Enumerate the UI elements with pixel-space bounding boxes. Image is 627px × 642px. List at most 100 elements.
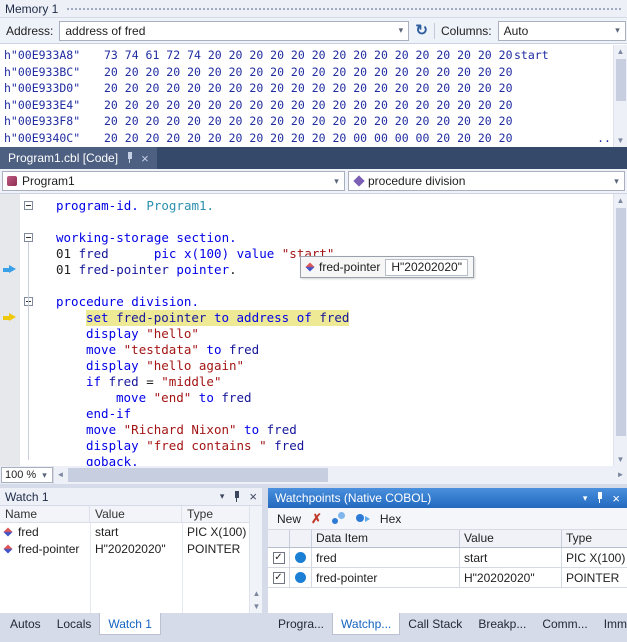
column-header-value[interactable]: Value: [460, 530, 562, 547]
code-line[interactable]: end-if: [0, 406, 613, 422]
code-line[interactable]: move "Richard Nixon" to fred: [0, 422, 613, 438]
code-line-text[interactable]: working-storage section.: [56, 230, 237, 246]
watch-name-cell[interactable]: fred: [0, 525, 90, 539]
watchpoint-checkbox-cell[interactable]: ✓: [268, 568, 290, 587]
goto-watchpoint-icon[interactable]: [356, 512, 370, 525]
code-line-text[interactable]: display "hello": [86, 326, 199, 342]
code-line[interactable]: goback.: [0, 454, 613, 466]
watch-row[interactable]: fredstartPIC X(100): [0, 523, 249, 540]
panel-tab-autos[interactable]: Autos: [2, 613, 49, 635]
code-line[interactable]: display "hello": [0, 326, 613, 342]
watchpoint-toggle-icon[interactable]: [332, 512, 346, 525]
watch-titlebar[interactable]: Watch 1 ▾ ×: [0, 488, 262, 506]
breakpoint-gutter[interactable]: [0, 342, 20, 358]
watch-name-cell[interactable]: fred-pointer: [0, 542, 90, 556]
new-watchpoint-button[interactable]: New: [277, 512, 301, 526]
code-line[interactable]: working-storage section.: [0, 230, 613, 246]
memory-row[interactable]: h"00E933BC"20 20 20 20 20 20 20 20 20 20…: [4, 64, 613, 81]
memory-bytes[interactable]: 20 20 20 20 20 20 20 20 20 20 20 20 20 2…: [104, 80, 514, 97]
collapse-minus-icon[interactable]: [24, 233, 33, 242]
memory-bytes[interactable]: 20 20 20 20 20 20 20 20 20 20 20 20 20 2…: [104, 113, 514, 130]
datatip[interactable]: fred-pointer H"20202020": [300, 256, 474, 278]
code-line[interactable]: program-id. Program1.: [0, 198, 613, 214]
outlining-margin[interactable]: [20, 198, 38, 214]
outlining-margin[interactable]: [20, 294, 38, 310]
memory-row[interactable]: h"00E933E4"20 20 20 20 20 20 20 20 20 20…: [4, 97, 613, 114]
scrollbar-thumb[interactable]: [616, 59, 626, 101]
scrollbar-thumb[interactable]: [616, 208, 626, 436]
scroll-up-icon[interactable]: ▲: [614, 194, 627, 207]
window-position-icon[interactable]: ▾: [220, 492, 225, 501]
watch-scrollbar[interactable]: ▲ ▼: [249, 506, 262, 613]
breakpoint-gutter[interactable]: [0, 246, 20, 262]
breakpoint-gutter[interactable]: [0, 390, 20, 406]
panel-tab-call-stack[interactable]: Call Stack: [400, 613, 470, 635]
document-tab-program1[interactable]: Program1.cbl [Code] ×: [0, 147, 157, 169]
close-icon[interactable]: ×: [612, 492, 620, 505]
scroll-down-icon[interactable]: ▼: [614, 453, 627, 466]
zoom-dropdown[interactable]: 100 % ▾: [1, 467, 53, 483]
code-line-text[interactable]: procedure division.: [56, 294, 199, 310]
breakpoint-gutter[interactable]: [0, 406, 20, 422]
code-line[interactable]: move "testdata" to fred: [0, 342, 613, 358]
titlebar-grip[interactable]: [66, 7, 622, 11]
memory-bytes[interactable]: 20 20 20 20 20 20 20 20 20 20 20 20 20 2…: [104, 64, 514, 81]
memory-row[interactable]: h"00E933F8"20 20 20 20 20 20 20 20 20 20…: [4, 113, 613, 130]
chevron-down-icon[interactable]: ▾: [393, 25, 408, 36]
memory-scrollbar[interactable]: ▲ ▼: [613, 45, 627, 147]
address-combobox[interactable]: address of fred ▾: [59, 21, 409, 41]
breakpoint-gutter[interactable]: [0, 454, 20, 466]
column-header-value[interactable]: Value: [90, 506, 182, 522]
panel-tab-watch-1[interactable]: Watch 1: [99, 613, 161, 635]
breakpoint-gutter[interactable]: [0, 438, 20, 454]
breakpoint-gutter[interactable]: [0, 214, 20, 230]
scrollbar-thumb[interactable]: [68, 468, 328, 482]
scroll-up-icon[interactable]: ▲: [614, 45, 627, 58]
panel-tab-comm[interactable]: Comm...: [534, 613, 595, 635]
panel-tab-immedi[interactable]: Immedi...: [596, 613, 627, 635]
code-line[interactable]: display "fred contains " fred: [0, 438, 613, 454]
memory-bytes[interactable]: 73 74 61 72 74 20 20 20 20 20 20 20 20 2…: [104, 47, 514, 64]
chevron-down-icon[interactable]: ▾: [610, 25, 625, 36]
column-header-name[interactable]: Name: [0, 506, 90, 522]
close-icon[interactable]: ×: [249, 490, 257, 503]
panel-tab-watchp[interactable]: Watchp...: [332, 613, 400, 635]
collapse-minus-icon[interactable]: [24, 201, 33, 210]
watchpoint-row[interactable]: ✓fredstartPIC X(100): [268, 548, 627, 568]
breakpoint-gutter[interactable]: [0, 230, 20, 246]
breakpoint-gutter[interactable]: [0, 358, 20, 374]
breakpoint-gutter[interactable]: [0, 374, 20, 390]
delete-watchpoint-icon[interactable]: ✗: [311, 512, 322, 525]
types-dropdown[interactable]: Program1 ▾: [2, 171, 345, 191]
breakpoint-gutter[interactable]: [0, 198, 20, 214]
code-area[interactable]: program-id. Program1. working-storage sec…: [0, 194, 613, 466]
code-line[interactable]: display "hello again": [0, 358, 613, 374]
chevron-down-icon[interactable]: ▾: [609, 176, 624, 187]
code-line-text[interactable]: move "end" to fred: [116, 390, 252, 406]
column-header-data-item[interactable]: Data Item: [312, 530, 460, 547]
column-header-type[interactable]: Type: [182, 506, 249, 522]
memory-bytes[interactable]: 20 20 20 20 20 20 20 20 20 20 20 20 00 0…: [104, 130, 514, 147]
memory-bytes[interactable]: 20 20 20 20 20 20 20 20 20 20 20 20 20 2…: [104, 97, 514, 114]
outlining-margin[interactable]: [20, 230, 38, 246]
breakpoint-gutter[interactable]: [0, 262, 20, 278]
watch-value-cell[interactable]: start: [90, 525, 182, 539]
code-line[interactable]: [0, 278, 613, 294]
code-line-text[interactable]: goback.: [86, 454, 139, 466]
column-header-status[interactable]: [290, 530, 312, 547]
code-line[interactable]: procedure division.: [0, 294, 613, 310]
code-line-text[interactable]: end-if: [86, 406, 131, 422]
memory-content[interactable]: h"00E933A8"73 74 61 72 74 20 20 20 20 20…: [0, 45, 613, 147]
code-line-text[interactable]: move "Richard Nixon" to fred: [86, 422, 297, 438]
pin-icon[interactable]: [232, 491, 241, 503]
watchpoint-data-item[interactable]: fred: [312, 548, 460, 567]
breakpoint-gutter[interactable]: [0, 278, 20, 294]
breakpoint-gutter[interactable]: [0, 310, 20, 326]
code-line[interactable]: move "end" to fred: [0, 390, 613, 406]
watch-row[interactable]: fred-pointerH"20202020"POINTER: [0, 540, 249, 557]
breakpoint-gutter[interactable]: [0, 294, 20, 310]
code-line-text[interactable]: display "fred contains " fred: [86, 438, 304, 454]
chevron-down-icon[interactable]: ▾: [329, 176, 344, 187]
editor-horizontal-scrollbar[interactable]: ◄ ►: [53, 466, 627, 484]
panel-tab-breakp[interactable]: Breakp...: [470, 613, 534, 635]
